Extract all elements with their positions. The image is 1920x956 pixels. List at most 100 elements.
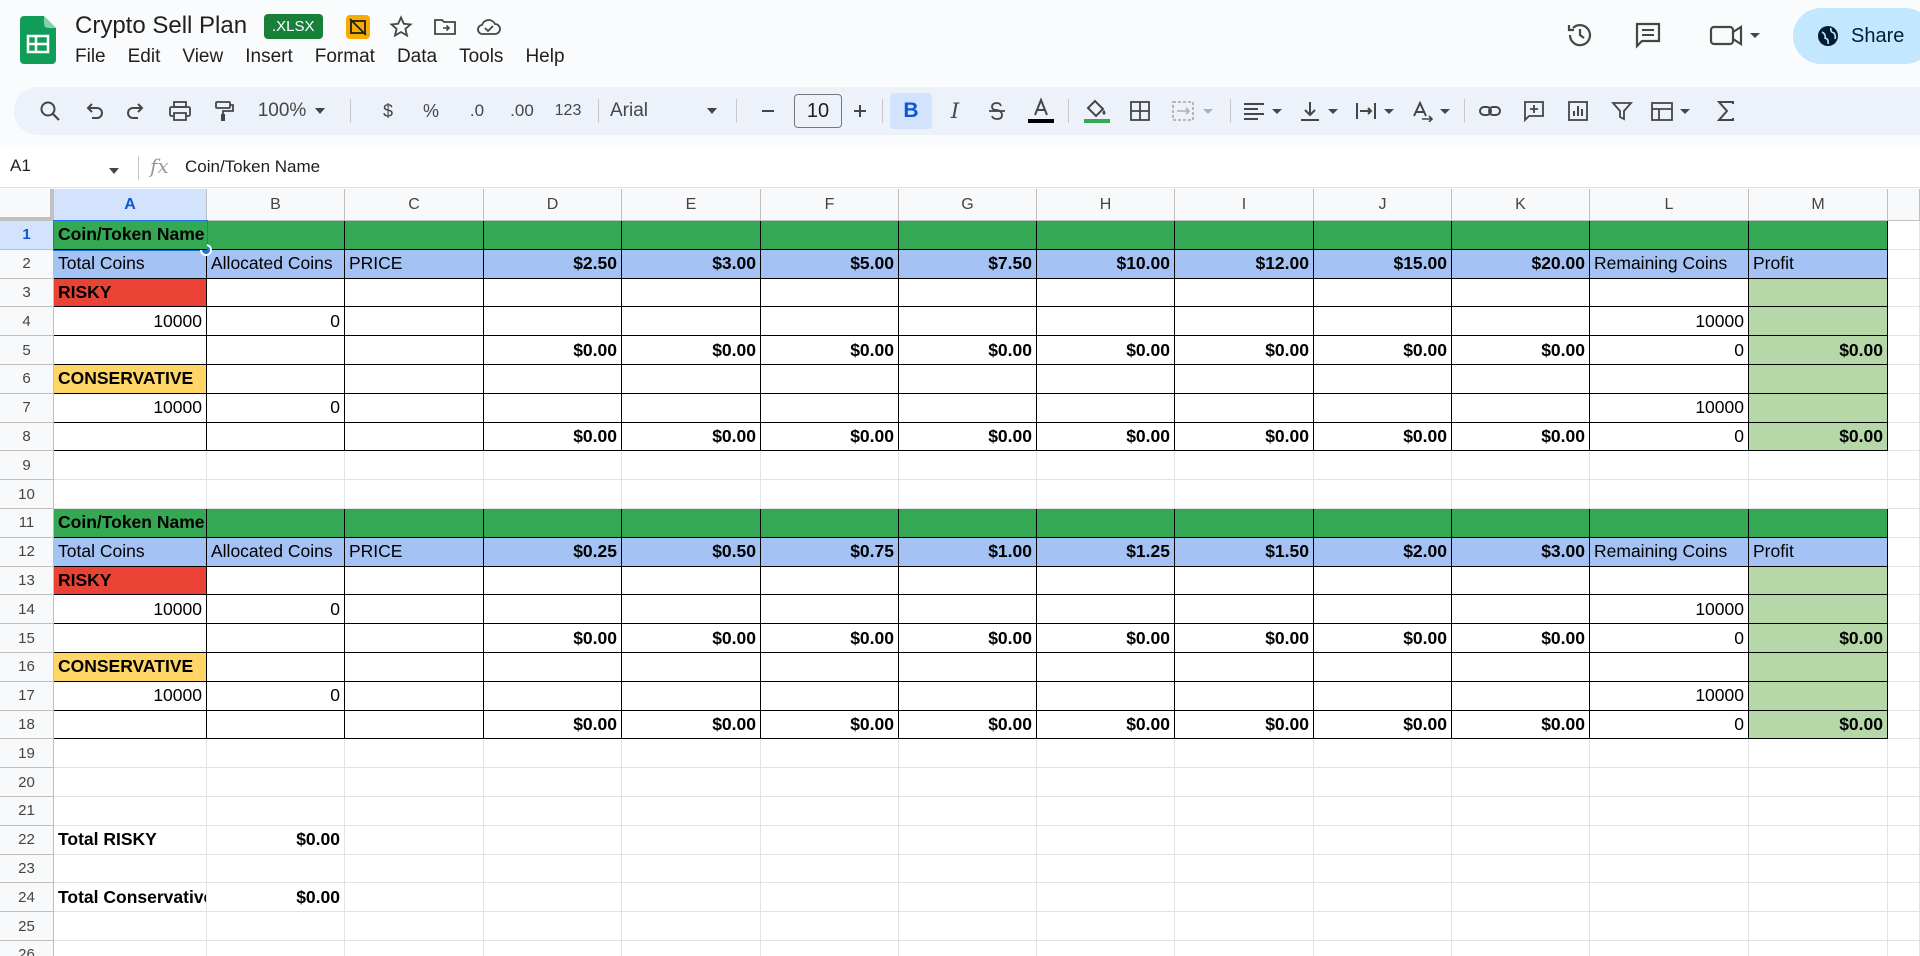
data-cell[interactable] (1037, 681, 1175, 711)
share-button[interactable]: Share (1793, 8, 1920, 64)
font-size-input[interactable]: 10 (794, 94, 842, 128)
data-cell[interactable] (1175, 595, 1314, 625)
row-header-16[interactable]: 16 (0, 653, 54, 682)
text-color-icon[interactable] (1024, 87, 1058, 135)
header-total-coins[interactable]: Total Coins (54, 249, 207, 279)
conservative-total-coins[interactable]: 10000 (54, 393, 207, 423)
cell-blank[interactable] (345, 768, 484, 797)
data-cell[interactable] (1590, 566, 1749, 596)
data-cell[interactable] (1749, 393, 1888, 423)
row-header-20[interactable]: 20 (0, 768, 54, 797)
search-menus-icon[interactable] (34, 87, 66, 135)
data-cell[interactable] (207, 624, 345, 653)
data-cell[interactable] (345, 393, 484, 423)
cell-blank[interactable] (484, 480, 622, 509)
data-cell[interactable] (761, 653, 899, 682)
price-target[interactable]: $3.00 (622, 249, 761, 279)
data-cell[interactable] (761, 681, 899, 711)
cell-blank[interactable] (622, 797, 761, 826)
column-header-i[interactable]: I (1175, 189, 1314, 221)
cell-blank[interactable] (1749, 739, 1888, 769)
risky-sale-value[interactable]: $0.00 (1037, 624, 1175, 653)
cell-blank[interactable] (1175, 480, 1314, 509)
cell-blank[interactable] (1314, 797, 1452, 826)
cell-blank[interactable] (345, 941, 484, 956)
data-cell[interactable] (622, 653, 761, 682)
menu-edit[interactable]: Edit (117, 44, 172, 70)
strikethrough-icon[interactable] (982, 87, 1012, 135)
conservative-sale-value[interactable]: $0.00 (1314, 710, 1452, 740)
italic-button[interactable]: I (940, 87, 970, 135)
title-row-cell[interactable] (345, 221, 484, 250)
data-cell[interactable] (899, 681, 1037, 711)
column-header-e[interactable]: E (622, 189, 761, 221)
column-header-j[interactable]: J (1314, 189, 1452, 221)
cell-blank[interactable] (1590, 768, 1749, 797)
zoom-dropdown-icon[interactable] (310, 87, 330, 135)
data-cell[interactable] (207, 278, 345, 308)
cell-blank[interactable] (899, 768, 1037, 797)
cell-blank[interactable] (345, 480, 484, 509)
row-header-22[interactable]: 22 (0, 825, 54, 855)
data-cell[interactable] (1314, 653, 1452, 682)
data-cell[interactable] (484, 278, 622, 308)
cell-blank[interactable] (622, 451, 761, 481)
select-all-corner[interactable] (0, 189, 54, 221)
cell-blank[interactable] (622, 912, 761, 941)
undo-icon[interactable] (78, 87, 110, 135)
cell-blank[interactable] (622, 480, 761, 509)
conservative-remaining-after[interactable]: 0 (1590, 710, 1749, 740)
cell-blank[interactable] (1175, 797, 1314, 826)
cell-blank[interactable] (207, 739, 345, 769)
cell-blank[interactable] (1037, 480, 1175, 509)
cell-blank[interactable] (1452, 768, 1590, 797)
cell-blank[interactable] (1314, 451, 1452, 481)
cell-blank[interactable] (484, 854, 622, 884)
cell-blank[interactable] (1749, 883, 1888, 913)
data-cell[interactable] (345, 653, 484, 682)
document-title[interactable]: Crypto Sell Plan (75, 12, 247, 40)
data-cell[interactable] (1175, 566, 1314, 596)
cell-blank[interactable] (899, 797, 1037, 826)
title-row-cell[interactable] (622, 509, 761, 538)
cell-blank[interactable] (1037, 912, 1175, 941)
menu-view[interactable]: View (171, 44, 234, 70)
cell-blank[interactable] (207, 480, 345, 509)
header-price[interactable]: PRICE (345, 249, 484, 279)
menu-format[interactable]: Format (304, 44, 386, 70)
cell-blank[interactable] (622, 739, 761, 769)
version-history-icon[interactable] (1563, 18, 1597, 52)
column-header-a[interactable]: A (54, 189, 207, 221)
cell-blank[interactable] (622, 825, 761, 855)
insert-link-icon[interactable] (1474, 87, 1506, 135)
decrease-decimal-button[interactable]: .0 (460, 87, 494, 135)
name-box-dropdown-icon[interactable] (108, 162, 120, 180)
price-target[interactable]: $1.50 (1175, 537, 1314, 567)
cell-blank[interactable] (1749, 854, 1888, 884)
cell-blank[interactable] (207, 941, 345, 956)
risky-sale-value[interactable]: $0.00 (484, 336, 622, 365)
text-wrapping-icon[interactable] (1352, 87, 1400, 135)
data-cell[interactable] (1037, 566, 1175, 596)
row-header-1[interactable]: 1 (0, 221, 54, 250)
formula-input[interactable]: Coin/Token Name (185, 157, 320, 177)
data-cell[interactable] (54, 422, 207, 452)
data-cell[interactable] (345, 595, 484, 625)
header-profit[interactable]: Profit (1749, 249, 1888, 279)
row-header-18[interactable]: 18 (0, 710, 54, 740)
price-target[interactable]: $10.00 (1037, 249, 1175, 279)
cell-blank[interactable] (54, 768, 207, 797)
horizontal-align-icon[interactable] (1240, 87, 1288, 135)
cell-blank[interactable] (1749, 480, 1888, 509)
conservative-remaining-coins[interactable]: 10000 (1590, 681, 1749, 711)
comments-icon[interactable] (1631, 18, 1665, 52)
data-cell[interactable] (345, 566, 484, 596)
data-cell[interactable] (622, 681, 761, 711)
column-header-l[interactable]: L (1590, 189, 1749, 221)
data-cell[interactable] (1452, 393, 1590, 423)
risky-sale-value[interactable]: $0.00 (899, 336, 1037, 365)
cell-blank[interactable] (1452, 883, 1590, 913)
cell-blank[interactable] (207, 854, 345, 884)
price-target[interactable]: $0.25 (484, 537, 622, 567)
offline-unavailable-icon[interactable] (344, 13, 372, 41)
